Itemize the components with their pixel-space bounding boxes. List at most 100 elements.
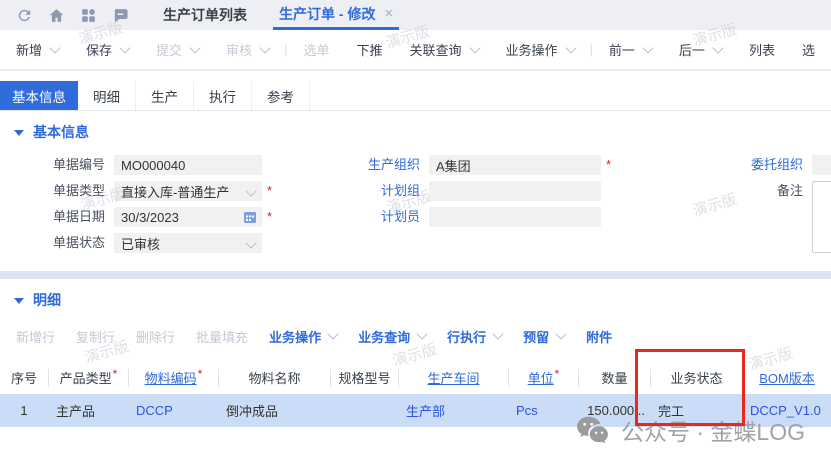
chevron-down-icon[interactable]: [469, 42, 480, 53]
next-button[interactable]: 后一: [679, 40, 722, 59]
add-row-button: 新增行: [16, 327, 55, 346]
basic-section-header[interactable]: 基本信息: [0, 111, 831, 142]
col-workshop[interactable]: 生产车间: [398, 369, 508, 387]
col-label: BOM版本: [759, 368, 815, 387]
tab-reference[interactable]: 参考: [252, 81, 310, 110]
doc-date-label: 单据日期: [10, 207, 114, 227]
col-seq[interactable]: 序号: [0, 369, 48, 387]
list-label: 列表: [749, 40, 775, 59]
list-button[interactable]: 列表: [749, 40, 775, 59]
col-label: 产品类型: [60, 368, 112, 387]
detail-section-title: 明细: [33, 290, 61, 310]
plan-group-label[interactable]: 计划组: [350, 181, 429, 201]
collapse-triangle-icon[interactable]: [14, 130, 24, 136]
calendar-icon[interactable]: [243, 210, 257, 224]
wechat-icon: [575, 415, 611, 445]
cell-unit[interactable]: Pcs: [508, 403, 578, 418]
chevron-down-icon: [259, 42, 270, 53]
tab-production[interactable]: 生产: [136, 81, 194, 110]
cell-seq[interactable]: 1: [0, 403, 48, 418]
remark-textarea[interactable]: [812, 181, 831, 253]
biz-query-label: 业务查询: [358, 327, 410, 346]
doc-type-select[interactable]: 直接入库-普通生产: [114, 181, 262, 201]
save-label: 保存: [86, 40, 112, 59]
required-asterisk: *: [198, 367, 203, 381]
chevron-down-icon[interactable]: [245, 237, 256, 248]
col-material-code[interactable]: 物料编码*: [128, 369, 218, 387]
col-label: 物料编码: [145, 368, 197, 387]
planner-input[interactable]: [429, 207, 601, 227]
col-label: 序号: [11, 368, 37, 387]
chevron-down-icon[interactable]: [119, 42, 130, 53]
submit-button: 提交: [156, 40, 199, 59]
window-top-bar: 生产订单列表 生产订单 - 修改 ×: [0, 0, 831, 30]
close-tab-icon[interactable]: ×: [384, 5, 393, 22]
cell-material-name[interactable]: 倒冲成品: [218, 401, 330, 420]
row-execution-label: 行执行: [447, 327, 486, 346]
chevron-down-icon[interactable]: [712, 42, 723, 53]
entrust-org-label[interactable]: 委托组织: [733, 155, 812, 175]
doc-no-input[interactable]: MO000040: [114, 155, 262, 175]
window-tab-label: 生产订单 - 修改: [279, 4, 375, 24]
pick-order-label: 选单: [303, 40, 329, 59]
options-button[interactable]: 选: [802, 40, 815, 59]
row-execution-button[interactable]: 行执行: [447, 327, 502, 346]
chevron-down-icon[interactable]: [565, 42, 576, 53]
home-icon[interactable]: [48, 7, 65, 24]
push-down-button[interactable]: 下推: [356, 40, 382, 59]
planner-label[interactable]: 计划员: [350, 207, 429, 227]
entrust-org-input[interactable]: [812, 155, 831, 175]
tab-basic-info[interactable]: 基本信息: [0, 81, 78, 110]
toolbar-separator: |: [590, 42, 593, 57]
col-unit[interactable]: 单位*: [508, 369, 578, 387]
sync-icon[interactable]: [16, 7, 33, 24]
chevron-down-icon[interactable]: [49, 42, 60, 53]
delete-row-button: 删除行: [136, 327, 175, 346]
tab-detail[interactable]: 明细: [78, 81, 136, 110]
prev-button[interactable]: 前一: [609, 40, 652, 59]
chevron-down-icon[interactable]: [416, 328, 427, 339]
chevron-down-icon[interactable]: [245, 185, 256, 196]
chevron-down-icon[interactable]: [555, 328, 566, 339]
new-label: 新增: [16, 40, 42, 59]
plan-group-input[interactable]: [429, 181, 601, 201]
col-bom-version[interactable]: BOM版本: [742, 369, 831, 387]
new-button[interactable]: 新增: [16, 40, 59, 59]
save-button[interactable]: 保存: [86, 40, 129, 59]
col-spec[interactable]: 规格型号: [330, 369, 398, 387]
chevron-down-icon[interactable]: [327, 328, 338, 339]
cell-workshop[interactable]: 生产部: [398, 401, 508, 420]
col-product-type[interactable]: 产品类型*: [48, 369, 128, 387]
message-icon[interactable]: [112, 7, 129, 24]
batch-fill-button: 批量填充: [196, 327, 248, 346]
chevron-down-icon[interactable]: [492, 328, 503, 339]
detail-biz-operation-button[interactable]: 业务操作: [269, 327, 337, 346]
prod-org-label[interactable]: 生产组织: [350, 155, 429, 175]
prod-org-input[interactable]: A集团: [429, 155, 601, 175]
window-tab-order-list[interactable]: 生产订单列表: [157, 0, 253, 30]
col-qty[interactable]: 数量: [578, 369, 650, 387]
doc-status-select[interactable]: 已审核: [114, 233, 262, 253]
related-query-button[interactable]: 关联查询: [409, 40, 478, 59]
col-biz-status[interactable]: 业务状态: [650, 369, 742, 387]
chevron-down-icon[interactable]: [642, 42, 653, 53]
detail-biz-query-button[interactable]: 业务查询: [358, 327, 426, 346]
col-material-name[interactable]: 物料名称: [218, 369, 330, 387]
cell-material-code[interactable]: DCCP: [128, 403, 218, 418]
attachment-button[interactable]: 附件: [586, 327, 612, 346]
table-header-row: 序号 产品类型* 物料编码* 物料名称 规格型号 生产车间 单位* 数量 业务状…: [0, 361, 831, 394]
reserve-button[interactable]: 预留: [523, 327, 565, 346]
app-grid-icon[interactable]: [80, 7, 97, 24]
collapse-triangle-icon[interactable]: [14, 298, 24, 304]
audit-label: 审核: [226, 40, 252, 59]
cell-product-type[interactable]: 主产品: [48, 401, 128, 420]
doc-date-input[interactable]: 30/3/2023: [114, 207, 262, 227]
chevron-down-icon: [189, 42, 200, 53]
required-asterisk: *: [113, 367, 118, 381]
biz-operation-button[interactable]: 业务操作: [506, 40, 575, 59]
window-tab-order-edit[interactable]: 生产订单 - 修改 ×: [273, 0, 399, 30]
tab-execution[interactable]: 执行: [194, 81, 252, 110]
detail-section-header[interactable]: 明细: [0, 279, 831, 310]
doc-type-label: 单据类型: [10, 181, 114, 201]
toolbar-separator: |: [284, 42, 287, 57]
